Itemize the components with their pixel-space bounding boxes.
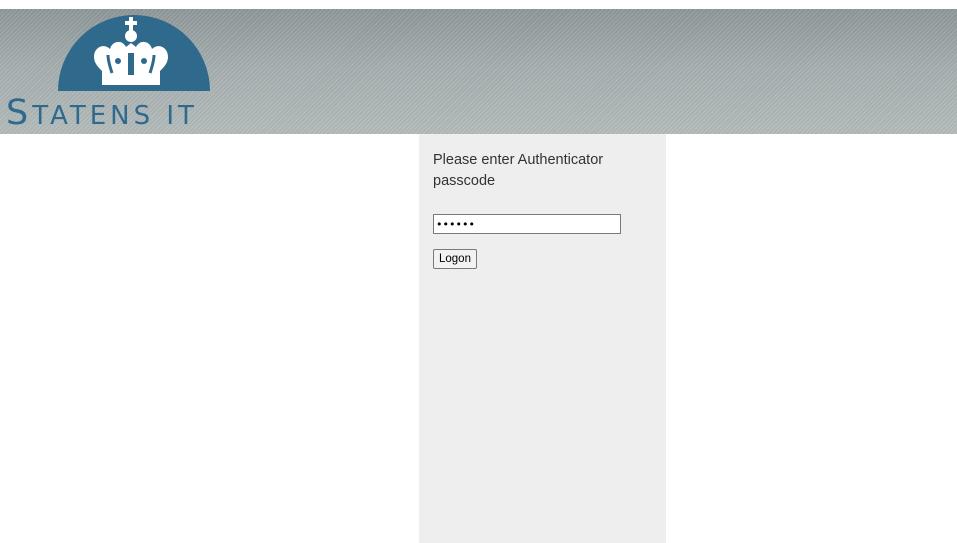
- crown-icon: [58, 15, 210, 91]
- brand-first-letter: S: [6, 93, 33, 133]
- logon-button[interactable]: Logon: [433, 249, 477, 269]
- brand-rest: TATENS IT: [32, 101, 198, 131]
- login-panel: Please enter Authenticator passcode Logo…: [419, 134, 666, 543]
- header-banner: STATENS IT: [0, 9, 957, 134]
- passcode-prompt: Please enter Authenticator passcode: [433, 152, 604, 189]
- login-page: STATENS IT Please enter Authenticator pa…: [0, 0, 957, 543]
- passcode-input[interactable]: [433, 214, 621, 234]
- brand-logo-text: STATENS IT: [6, 96, 198, 131]
